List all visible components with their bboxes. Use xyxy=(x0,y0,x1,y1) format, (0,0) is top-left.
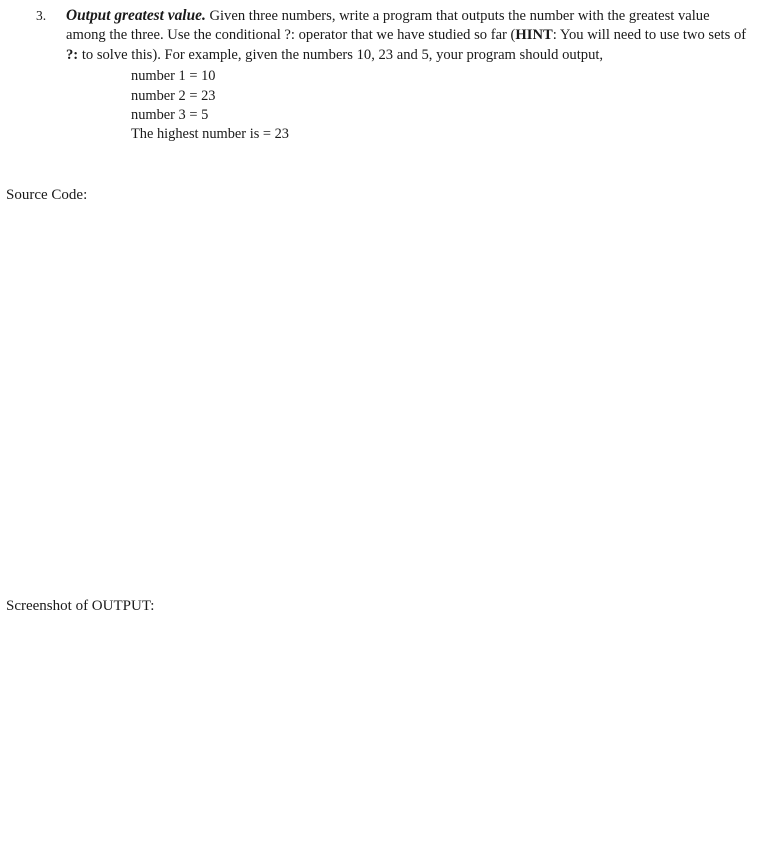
screenshot-output-answer-area[interactable] xyxy=(6,623,762,839)
source-code-label: Source Code: xyxy=(6,187,88,203)
sample-output-listing: number 1 = 10 number 2 = 23 number 3 = 5… xyxy=(66,67,750,145)
question-paragraph-part-2: : You will need to use two sets of xyxy=(552,27,747,44)
sample-output-line: number 2 = 23 xyxy=(131,87,216,104)
sample-output-line: number 3 = 5 xyxy=(131,107,209,124)
question-row: 3. Output greatest value. Given three nu… xyxy=(0,6,768,145)
conditional-operator-emphasis: ?: xyxy=(66,46,79,63)
question-text: Output greatest value. Given three numbe… xyxy=(66,6,768,145)
question-number: 3. xyxy=(36,8,47,23)
question-title: Output greatest value. xyxy=(66,7,206,24)
source-code-answer-area[interactable] xyxy=(6,212,762,590)
question-paragraph-part-3: to solve this). For example, given the n… xyxy=(78,46,604,63)
hint-label: HINT xyxy=(515,27,553,44)
question-3: 3. Output greatest value. Given three nu… xyxy=(0,6,768,145)
sample-output-line: The highest number is = 23 xyxy=(131,126,289,143)
sample-output-line: number 1 = 10 xyxy=(131,68,216,85)
worksheet-page: 3. Output greatest value. Given three nu… xyxy=(0,0,768,845)
screenshot-output-label: Screenshot of OUTPUT: xyxy=(6,598,155,614)
